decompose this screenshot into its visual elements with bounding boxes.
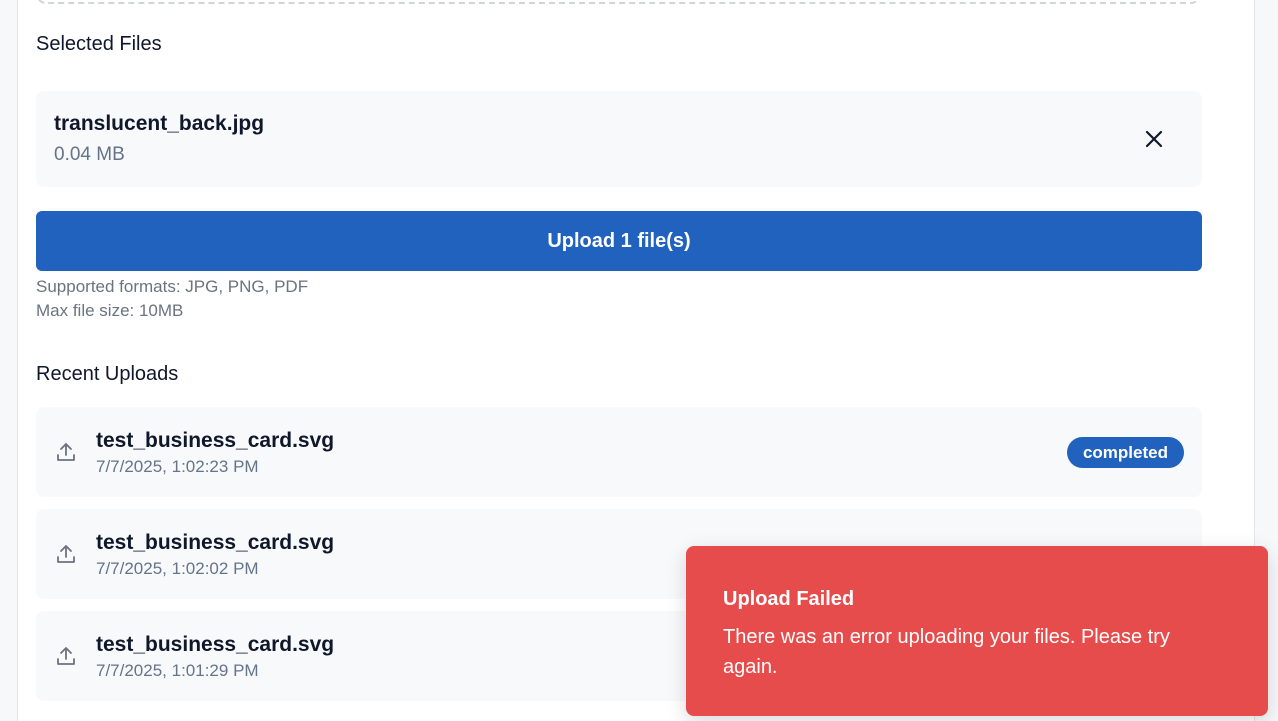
error-toast[interactable]: Upload Failed There was an error uploadi… [686, 546, 1268, 716]
upload-icon [57, 545, 75, 563]
upload-button[interactable]: Upload 1 file(s) [36, 211, 1202, 271]
recent-upload-time: 7/7/2025, 1:02:23 PM [96, 457, 259, 476]
recent-upload-item: test_business_card.svg 7/7/2025, 1:02:23… [36, 407, 1202, 497]
recent-upload-name: test_business_card.svg [96, 429, 335, 452]
recent-upload-name: test_business_card.svg [96, 531, 335, 554]
upload-icon [57, 443, 75, 461]
close-icon [1145, 130, 1163, 148]
selected-file-size: 0.04 MB [54, 144, 125, 165]
recent-upload-time: 7/7/2025, 1:02:02 PM [96, 559, 259, 578]
selected-file-name: translucent_back.jpg [54, 112, 265, 135]
dropzone[interactable] [36, 0, 1201, 4]
remove-file-button[interactable] [1142, 127, 1166, 151]
recent-uploads-heading: Recent Uploads [36, 363, 179, 385]
upload-icon [57, 647, 75, 665]
toast-title: Upload Failed [723, 588, 855, 610]
status-badge: completed [1066, 437, 1184, 468]
recent-upload-time: 7/7/2025, 1:01:29 PM [96, 661, 259, 680]
recent-upload-name: test_business_card.svg [96, 633, 335, 656]
selected-files-heading: Selected Files [36, 33, 162, 55]
supported-formats-text: Supported formats: JPG, PNG, PDF [36, 277, 309, 296]
max-file-size-text: Max file size: 10MB [36, 301, 184, 320]
selected-file-item: translucent_back.jpg 0.04 MB [36, 91, 1202, 187]
toast-message: There was an error uploading your files.… [723, 626, 1170, 678]
